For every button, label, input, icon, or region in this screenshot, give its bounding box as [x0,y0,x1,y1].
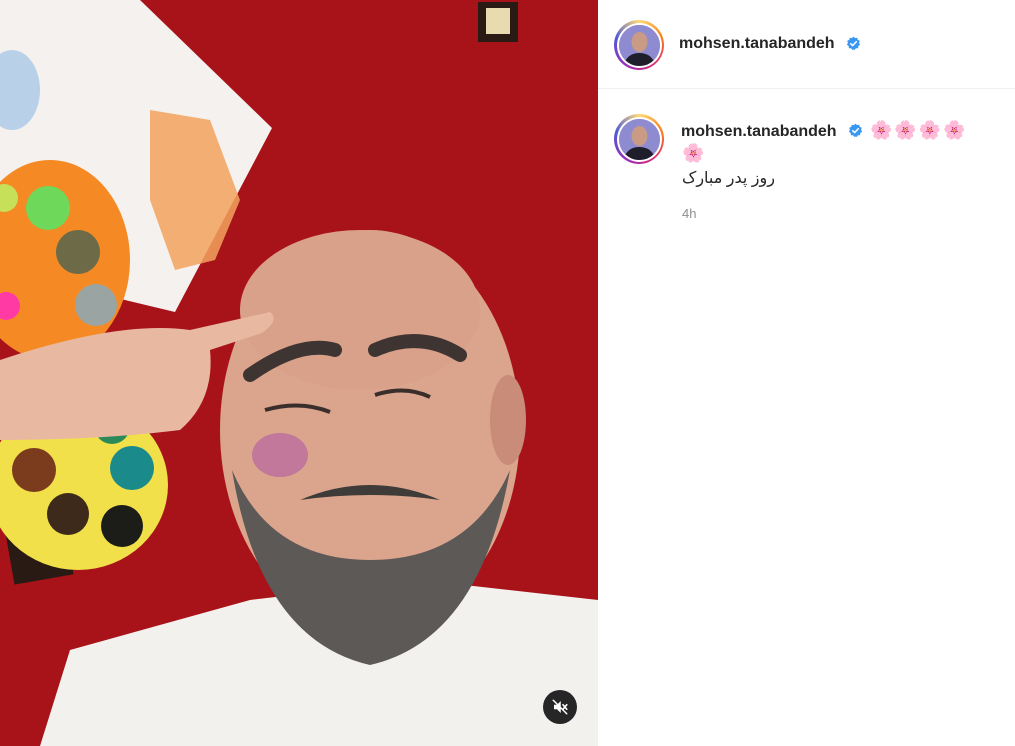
post-header: mohsen.tanabandeh [598,0,1015,89]
avatar-image [618,118,660,160]
post-panel: mohsen.tanabandeh mohsen.tanabandeh 🌸🌸🌸🌸… [598,0,1015,746]
video-frame [0,0,598,746]
caption-emoji-line1: 🌸🌸🌸🌸 [870,120,968,140]
avatar[interactable] [614,20,664,70]
avatar-image [618,24,660,66]
verified-badge-icon [848,123,863,138]
caption-emoji-line2: 🌸 [682,143,707,163]
post-video[interactable] [0,0,598,746]
speaker-muted-icon [551,698,569,716]
caption-username[interactable]: mohsen.tanabandeh [681,123,837,141]
caption-avatar[interactable] [614,114,664,164]
header-username[interactable]: mohsen.tanabandeh [679,35,835,53]
caption-text: روز پدر مبارک [682,170,775,187]
verified-badge-icon [846,36,861,51]
mute-button[interactable] [543,690,577,724]
post-timestamp[interactable]: 4h [682,206,696,221]
